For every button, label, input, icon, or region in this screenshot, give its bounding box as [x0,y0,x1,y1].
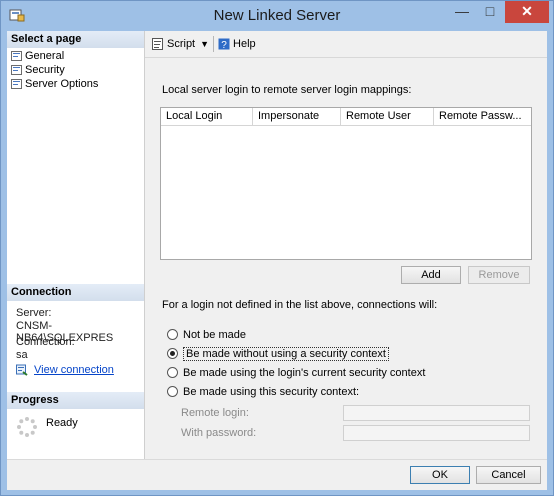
toolbar-separator [213,36,215,52]
column-remote-password[interactable]: Remote Passw... [434,108,531,125]
radio-button[interactable] [167,329,178,340]
page-item-general[interactable]: General [11,49,64,63]
help-icon: ? [218,38,230,51]
page-item-label: Security [25,64,65,76]
select-page-header: Select a page [7,31,144,48]
minimize-button[interactable]: — [449,1,475,23]
toolbar: Script ▼ ? Help [145,31,547,58]
progress-status: Ready [46,417,78,429]
connection-header: Connection [7,284,144,301]
connection-properties-icon [16,364,28,376]
option-label: Be made without using a security context [183,346,389,361]
view-connection-label: View connection [34,364,114,376]
page-item-security[interactable]: Security [11,63,65,77]
cancel-button[interactable]: Cancel [476,466,541,484]
remove-button[interactable]: Remove [468,266,530,284]
option-without-security-context[interactable]: Be made without using a security context [167,346,389,361]
mappings-label: Local server login to remote server logi… [162,84,412,96]
dialog-client-area: Select a page General Security Server Op… [7,31,547,490]
not-defined-label: For a login not defined in the list abov… [162,299,438,311]
option-current-security-context[interactable]: Be made using the login's current securi… [167,365,425,380]
page-item-label: General [25,50,65,62]
radio-button[interactable] [167,367,178,378]
dialog-window: New Linked Server — □ ✕ Select a page Ge… [0,0,554,496]
page-icon [11,79,22,89]
remote-login-input[interactable] [343,405,530,421]
close-button[interactable]: ✕ [505,1,549,23]
remote-login-label: Remote login: [181,407,249,419]
password-input[interactable] [343,425,530,441]
left-pane: Select a page General Security Server Op… [7,31,145,459]
radio-button[interactable] [167,386,178,397]
password-label: With password: [181,427,257,439]
option-label: Be made using this security context: [183,385,360,398]
svg-text:?: ? [221,40,227,51]
column-impersonate[interactable]: Impersonate [253,108,341,125]
help-button[interactable]: ? Help [217,37,256,51]
server-label: Server: [16,307,52,319]
script-button[interactable]: Script ▼ [151,37,211,51]
view-connection-link[interactable]: View connection [16,364,114,376]
page-item-server-options[interactable]: Server Options [11,77,98,91]
page-item-label: Server Options [25,78,99,90]
login-mappings-grid[interactable]: Local Login Impersonate Remote User Remo… [160,107,532,260]
ok-button[interactable]: OK [410,466,470,484]
page-icon [11,65,22,75]
help-label: Help [233,38,256,50]
title-bar: New Linked Server — □ ✕ [1,1,553,31]
add-button[interactable]: Add [401,266,461,284]
option-label: Not be made [183,328,246,341]
security-page: Script ▼ ? Help Local server login to re… [145,31,547,459]
option-label: Be made using the login's current securi… [183,366,426,379]
page-icon [11,51,22,61]
radio-button-selected[interactable] [167,348,178,359]
dialog-footer: OK Cancel [7,459,547,490]
grid-header-row: Local Login Impersonate Remote User Remo… [161,108,531,126]
maximize-button[interactable]: □ [477,1,503,23]
chevron-down-icon[interactable]: ▼ [200,39,209,49]
option-this-security-context[interactable]: Be made using this security context: [167,384,359,399]
progress-header: Progress [7,392,144,409]
option-not-be-made[interactable]: Not be made [167,327,246,342]
connection-label: Connection: [16,336,75,348]
column-local-login[interactable]: Local Login [161,108,253,125]
progress-spinner-icon [17,417,37,437]
script-icon [152,38,163,50]
column-remote-user[interactable]: Remote User [341,108,434,125]
script-label: Script [167,38,196,50]
connection-value: sa [16,349,28,361]
